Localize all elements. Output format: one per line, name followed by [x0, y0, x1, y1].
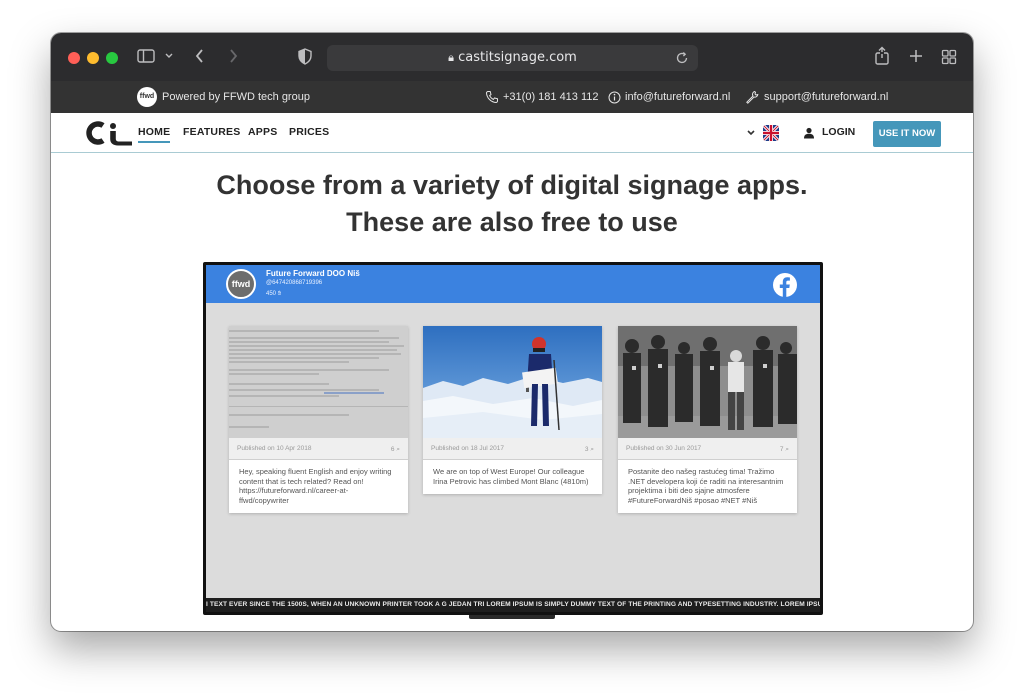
ffwd-logo[interactable]: ffwd — [137, 87, 157, 107]
facebook-page-header: ffwd Future Forward DOO Niš @64742086871… — [206, 265, 820, 303]
privacy-shield-icon[interactable] — [298, 48, 312, 69]
uk-flag-icon — [763, 125, 779, 141]
chevron-down-icon — [747, 130, 755, 136]
post-share-count: 3 ⌕ — [584, 445, 594, 453]
wrench-icon — [745, 81, 759, 113]
main-navbar: HOME FEATURES APPS PRICES LOGIN USE IT N… — [51, 113, 973, 153]
nav-apps[interactable]: APPS — [248, 126, 277, 138]
language-selector[interactable] — [746, 124, 782, 142]
post-meta: Published on 18 Jul 2017 3 ⌕ — [423, 438, 602, 460]
support-email-link[interactable]: support@futureforward.nl — [764, 81, 888, 113]
use-it-now-button[interactable]: USE IT NOW — [873, 121, 941, 147]
hero-headline: Choose from a variety of digital signage… — [51, 167, 973, 241]
sidebar-toggle-icon[interactable] — [137, 48, 155, 68]
powered-by-link[interactable]: Powered by FFWD tech group — [162, 81, 310, 113]
post-date: Published on 30 Jun 2017 — [626, 445, 702, 452]
post-share-count: 7 ⌕ — [779, 445, 789, 453]
maximize-window-button[interactable] — [106, 52, 118, 64]
reload-icon[interactable] — [675, 50, 689, 69]
share-icon[interactable] — [874, 46, 890, 70]
post-text: We are on top of West Europe! Our collea… — [423, 460, 602, 494]
post-date: Published on 18 Jul 2017 — [431, 445, 505, 452]
post-meta: Published on 30 Jun 2017 7 ⌕ — [618, 438, 797, 460]
nav-prices[interactable]: PRICES — [289, 126, 329, 138]
facebook-app-preview: ffwd Future Forward DOO Niš @64742086871… — [206, 265, 820, 612]
thumbs-up-icon: ✋︎ — [277, 290, 282, 297]
likes-count: 450 — [266, 291, 277, 297]
new-tab-icon[interactable] — [908, 48, 924, 68]
login-label: LOGIN — [822, 126, 856, 138]
share-icon: ⌕ — [396, 445, 400, 453]
minimize-window-button[interactable] — [87, 52, 99, 64]
forward-arrow-icon[interactable] — [227, 48, 239, 68]
post-share-count: 6 ⌕ — [390, 445, 400, 453]
info-email-link[interactable]: info@futureforward.nl — [625, 81, 730, 113]
post-card: Published on 18 Jul 2017 3 ⌕ We are on t… — [423, 326, 602, 494]
lock-icon: 🔒︎ — [448, 51, 455, 64]
nav-home[interactable]: HOME — [138, 126, 171, 143]
facebook-logo-icon — [773, 273, 797, 302]
contact-topbar: ffwd Powered by FFWD tech group +31(0) 1… — [51, 81, 973, 113]
page-name: Future Forward DOO Niš — [266, 269, 360, 278]
share-icon: ⌕ — [785, 445, 789, 453]
ci-logo[interactable] — [82, 119, 134, 152]
post-date: Published on 10 Apr 2018 — [237, 445, 312, 452]
screen-stand — [469, 615, 555, 619]
hero-line-2: These are also free to use — [346, 207, 678, 237]
address-text: 🔒︎ castitsignage.com — [327, 45, 698, 71]
post-card: Published on 30 Jun 2017 7 ⌕ Postanite d… — [618, 326, 797, 513]
back-arrow-icon[interactable] — [194, 48, 206, 68]
phone-number[interactable]: +31(0) 181 413 112 — [503, 81, 599, 113]
signage-screen-mockup: ffwd Future Forward DOO Niš @64742086871… — [203, 262, 823, 615]
info-icon — [608, 81, 621, 113]
browser-window: 🔒︎ castitsignage.com ffwd Powered by FFW… — [51, 33, 973, 631]
vintage-group-photo — [618, 326, 797, 438]
page-avatar: ffwd — [226, 269, 256, 299]
post-text: Postanite deo našeg rastućeg tima! Traži… — [618, 460, 797, 513]
page-id: @647420868719396 — [266, 280, 323, 286]
share-icon: ⌕ — [590, 445, 594, 453]
mountain-summit-photo — [423, 326, 602, 438]
close-window-button[interactable] — [68, 52, 80, 64]
hero-line-1: Choose from a variety of digital signage… — [216, 170, 808, 200]
post-screenshot-image — [229, 326, 408, 438]
nav-features[interactable]: FEATURES — [183, 126, 240, 138]
tab-overview-icon[interactable] — [941, 49, 957, 69]
post-text: Hey, speaking fluent English and enjoy w… — [229, 460, 408, 513]
post-meta: Published on 10 Apr 2018 6 ⌕ — [229, 438, 408, 460]
browser-titlebar: 🔒︎ castitsignage.com — [51, 33, 973, 81]
phone-icon — [485, 81, 499, 113]
page-likes: 450 ✋︎ — [266, 290, 281, 298]
post-card: Published on 10 Apr 2018 6 ⌕ Hey, speaki… — [229, 326, 408, 513]
address-bar[interactable]: 🔒︎ castitsignage.com — [327, 45, 698, 71]
chevron-down-icon[interactable] — [164, 48, 174, 68]
user-icon — [804, 127, 814, 139]
news-ticker: I TEXT EVER SINCE THE 1500S, WHEN AN UNK… — [206, 598, 820, 612]
url-label: castitsignage.com — [458, 50, 577, 65]
